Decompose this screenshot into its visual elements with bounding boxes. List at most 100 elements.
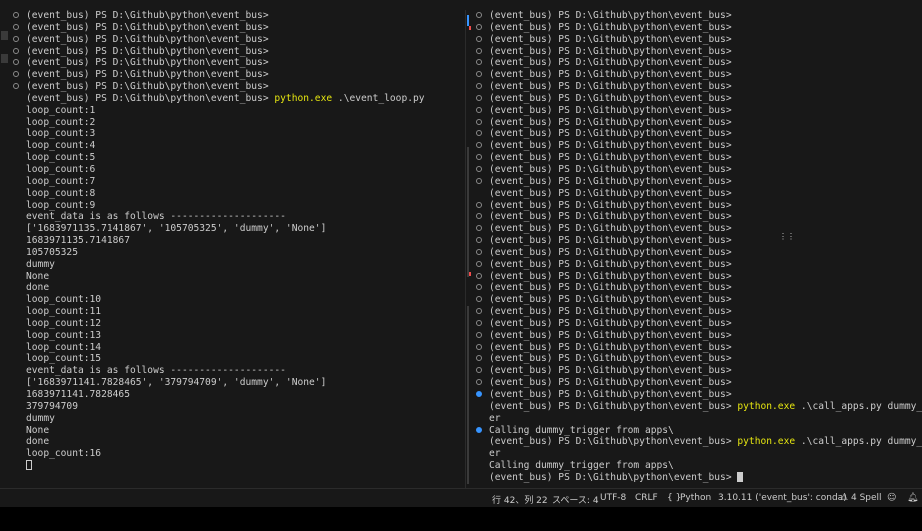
cursor-position[interactable]: 行 42、列 22 bbox=[492, 493, 548, 506]
command-decoration-icon[interactable] bbox=[13, 12, 19, 18]
command-decoration-icon[interactable] bbox=[476, 106, 482, 113]
terminal-left[interactable]: (event_bus) PS D:\Github\python\event_bu… bbox=[10, 10, 465, 488]
command-decoration-icon[interactable] bbox=[476, 118, 482, 125]
line-text: loop_count:14 bbox=[26, 341, 102, 353]
command-decoration-icon[interactable] bbox=[476, 391, 482, 397]
command-decoration-icon[interactable] bbox=[476, 23, 482, 30]
command-decoration-icon[interactable] bbox=[476, 426, 482, 433]
terminal-line: (event_bus) PS D:\Github\python\event_bu… bbox=[473, 342, 922, 354]
command-decoration-icon[interactable] bbox=[476, 71, 482, 78]
terminal-line: loop_count:2 bbox=[10, 117, 465, 129]
terminal-line: 1683971141.7828465 bbox=[10, 389, 465, 401]
command-decoration-icon[interactable] bbox=[476, 308, 482, 315]
terminal-line: (event_bus) PS D:\Github\python\event_bu… bbox=[473, 330, 922, 342]
command-decoration-icon[interactable] bbox=[476, 225, 482, 232]
line-text: (event_bus) PS D:\Github\python\event_bu… bbox=[489, 306, 732, 318]
command-decoration-icon[interactable] bbox=[476, 201, 482, 208]
command-decoration-icon[interactable] bbox=[476, 367, 482, 374]
command-decoration-icon[interactable] bbox=[476, 355, 482, 362]
terminal-line: loop_count:13 bbox=[10, 330, 465, 342]
terminal-line: dummy bbox=[10, 413, 465, 425]
command-decoration-icon[interactable] bbox=[476, 142, 482, 149]
command-decoration-icon[interactable] bbox=[476, 248, 482, 255]
terminal-cursor bbox=[26, 460, 32, 471]
command-decoration-icon[interactable] bbox=[476, 213, 482, 220]
bell-icon[interactable]: 🔔︎ bbox=[907, 493, 918, 503]
command-decoration-icon[interactable] bbox=[13, 59, 19, 66]
line-text: (event_bus) PS D:\Github\python\event_bu… bbox=[489, 270, 732, 282]
command-decoration-icon[interactable] bbox=[476, 331, 482, 338]
left-gutter bbox=[0, 10, 10, 488]
terminal-line: (event_bus) PS D:\Github\python\event_bu… bbox=[473, 306, 922, 318]
command-decoration-icon[interactable] bbox=[476, 83, 482, 90]
encoding[interactable]: UTF-8 bbox=[600, 493, 626, 503]
scrollbar-thumb[interactable] bbox=[467, 306, 469, 484]
line-text: (event_bus) PS D:\Github\python\event_bu… bbox=[489, 400, 732, 412]
line-text: (event_bus) PS D:\Github\python\event_bu… bbox=[489, 471, 738, 483]
command-decoration-icon[interactable] bbox=[13, 35, 19, 42]
command-decoration-icon[interactable] bbox=[476, 296, 482, 303]
line-text: None bbox=[26, 270, 50, 282]
terminal-line: (event_bus) PS D:\Github\python\event_bu… bbox=[473, 365, 922, 377]
command-decoration-icon[interactable] bbox=[476, 284, 482, 291]
command-decoration-icon[interactable] bbox=[476, 272, 482, 279]
terminal-line: event_data is as follows ---------------… bbox=[10, 211, 465, 223]
python-interpreter[interactable]: 3.10.11 ('event_bus': conda) bbox=[718, 493, 847, 503]
vscode-window: (event_bus) PS D:\Github\python\event_bu… bbox=[0, 0, 922, 531]
line-text: (event_bus) PS D:\Github\python\event_bu… bbox=[489, 128, 732, 140]
spell-icon[interactable]: ⚠ bbox=[840, 493, 848, 503]
letterbox bbox=[0, 507, 922, 531]
command-decoration-icon[interactable] bbox=[476, 260, 482, 267]
command-args: .\call_apps.py dummy_trigg bbox=[800, 400, 922, 412]
scrollbar-thumb[interactable] bbox=[467, 147, 469, 277]
line-text: (event_bus) PS D:\Github\python\event_bu… bbox=[489, 81, 732, 93]
terminal-line: (event_bus) PS D:\Github\python\event_bu… bbox=[473, 46, 922, 58]
terminal-line: (event_bus) PS D:\Github\python\event_bu… bbox=[473, 152, 922, 164]
scroll-marker-blue bbox=[467, 15, 469, 26]
command-decoration-icon[interactable] bbox=[476, 130, 482, 137]
terminal-line: (event_bus) PS D:\Github\python\event_bu… bbox=[10, 46, 465, 58]
terminal-line: loop_count:14 bbox=[10, 342, 465, 354]
command-decoration-icon[interactable] bbox=[476, 177, 482, 184]
line-text: (event_bus) PS D:\Github\python\event_bu… bbox=[489, 10, 732, 21]
command-decoration-icon[interactable] bbox=[476, 94, 482, 101]
command-decoration-icon[interactable] bbox=[476, 379, 482, 386]
terminal-line: (event_bus) PS D:\Github\python\event_bu… bbox=[10, 81, 465, 93]
spell-count[interactable]: 4 Spell bbox=[851, 493, 882, 503]
line-text: loop_count:7 bbox=[26, 175, 96, 187]
line-text: None bbox=[26, 424, 50, 436]
gutter-marker bbox=[1, 54, 8, 63]
line-text: (event_bus) PS D:\Github\python\event_bu… bbox=[26, 21, 269, 33]
terminal-line: (event_bus) PS D:\Github\python\event_bu… bbox=[473, 211, 922, 223]
command-decoration-icon[interactable] bbox=[476, 343, 482, 350]
terminal-line: loop_count:9 bbox=[10, 200, 465, 212]
command-decoration-icon[interactable] bbox=[13, 23, 19, 30]
line-text: 379794709 bbox=[26, 400, 78, 412]
terminal-line: loop_count:4 bbox=[10, 140, 465, 152]
command-decoration-icon[interactable] bbox=[476, 319, 482, 326]
line-text: (event_bus) PS D:\Github\python\event_bu… bbox=[489, 152, 732, 164]
command-decoration-icon[interactable] bbox=[476, 59, 482, 66]
command-decoration-icon[interactable] bbox=[476, 47, 482, 54]
line-text: dummy bbox=[26, 258, 55, 270]
command-decoration-icon[interactable] bbox=[13, 47, 19, 54]
language-mode[interactable]: Python bbox=[680, 493, 711, 503]
command-decoration-icon[interactable] bbox=[476, 12, 482, 18]
line-text: loop_count:8 bbox=[26, 187, 96, 199]
command-decoration-icon[interactable] bbox=[476, 165, 482, 172]
indentation[interactable]: スペース: 4 bbox=[552, 493, 599, 506]
terminal-line: ['1683971135.7141867', '105705325', 'dum… bbox=[10, 223, 465, 235]
command-decoration-icon[interactable] bbox=[476, 35, 482, 42]
terminal-line: loop_count:10 bbox=[10, 294, 465, 306]
command-decoration-icon[interactable] bbox=[13, 71, 19, 78]
feedback-icon[interactable]: ☺ bbox=[887, 493, 896, 503]
line-text: done bbox=[26, 436, 50, 448]
terminal-right[interactable]: (event_bus) PS D:\Github\python\event_bu… bbox=[473, 10, 922, 488]
terminal-line: (event_bus) PS D:\Github\python\event_bu… bbox=[10, 10, 465, 22]
line-text: er bbox=[489, 448, 501, 460]
command-decoration-icon[interactable] bbox=[13, 83, 19, 90]
command-decoration-icon[interactable] bbox=[476, 237, 482, 244]
eol[interactable]: CRLF bbox=[635, 493, 658, 503]
command-decoration-icon[interactable] bbox=[476, 154, 482, 161]
line-text: (event_bus) PS D:\Github\python\event_bu… bbox=[489, 353, 732, 365]
